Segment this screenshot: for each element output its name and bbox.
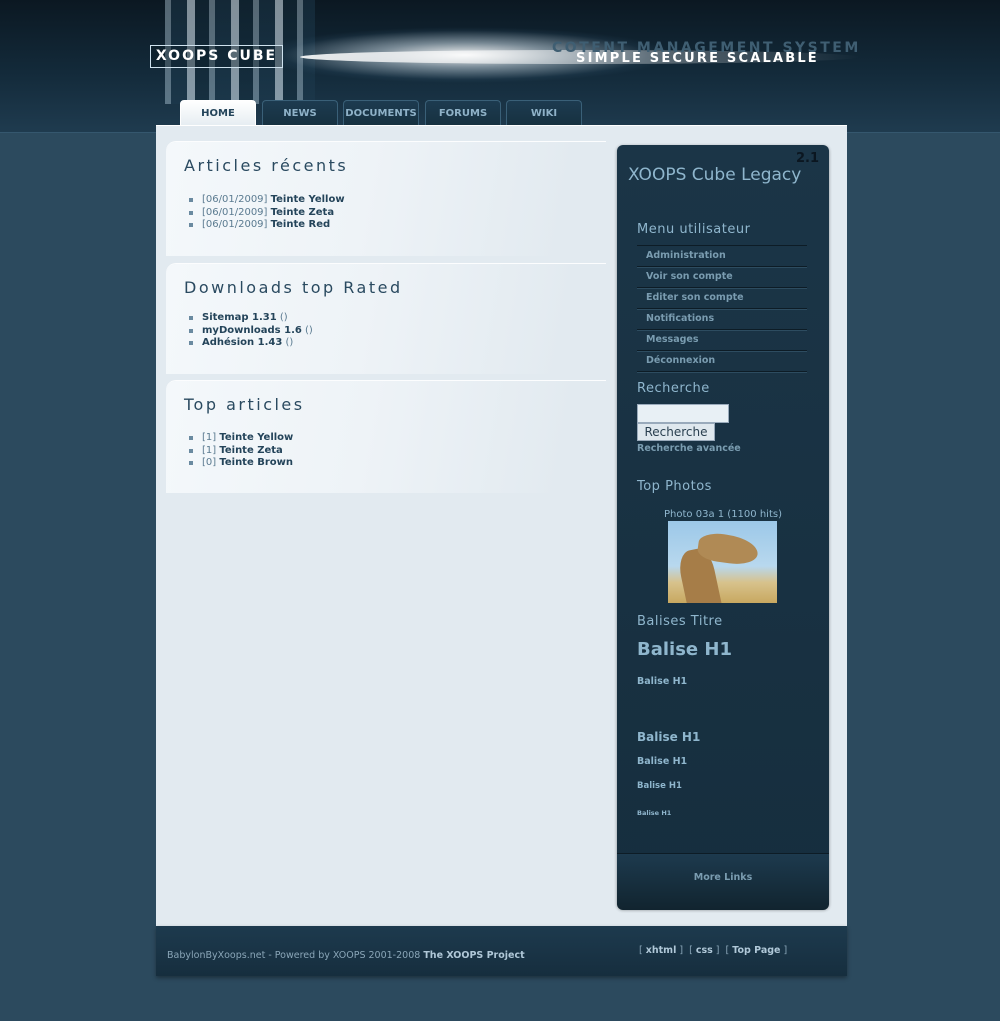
search-title: Recherche bbox=[637, 381, 710, 396]
list-item[interactable]: myDownloads 1.6 () bbox=[188, 325, 313, 338]
top-articles-list: [1] Teinte Yellow [1] Teinte Zeta [0] Te… bbox=[188, 432, 293, 470]
sample-h4: Balise H1 bbox=[637, 756, 688, 767]
tab-news[interactable]: NEWS bbox=[262, 100, 338, 127]
menu-item-administration[interactable]: Administration bbox=[637, 246, 807, 267]
list-item[interactable]: [06/01/2009] Teinte Zeta bbox=[188, 207, 345, 220]
balises-title: Balises Titre bbox=[637, 614, 723, 629]
site-footer: BabylonByXoops.net - Powered by XOOPS 20… bbox=[156, 926, 847, 976]
user-menu-title: Menu utilisateur bbox=[637, 222, 751, 237]
search-input[interactable] bbox=[637, 404, 729, 423]
menu-item-notifications[interactable]: Notifications bbox=[637, 309, 807, 330]
list-item[interactable]: Adhésion 1.43 () bbox=[188, 337, 313, 350]
sidebar-title: XOOPS Cube Legacy bbox=[628, 165, 802, 185]
list-item[interactable]: [0] Teinte Brown bbox=[188, 457, 293, 470]
tab-forums[interactable]: FORUMS bbox=[425, 100, 501, 127]
tab-documents[interactable]: DOCUMENTS bbox=[343, 100, 419, 127]
recent-articles-list: [06/01/2009] Teinte Yellow [06/01/2009] … bbox=[188, 194, 345, 232]
search-button[interactable]: Recherche bbox=[637, 423, 715, 441]
block-title: Articles récents bbox=[184, 156, 349, 175]
sample-h1: Balise H1 bbox=[637, 639, 732, 660]
more-links-link[interactable]: More Links bbox=[617, 872, 829, 883]
downloads-block: Downloads top Rated Sitemap 1.31 () myDo… bbox=[166, 264, 606, 374]
footer-credits: BabylonByXoops.net - Powered by XOOPS 20… bbox=[167, 950, 525, 961]
site-logo[interactable]: XOOPS CUBE bbox=[150, 45, 283, 68]
list-item[interactable]: [06/01/2009] Teinte Red bbox=[188, 219, 345, 232]
menu-item-edit-account[interactable]: Editer son compte bbox=[637, 288, 807, 309]
block-title: Downloads top Rated bbox=[184, 278, 403, 297]
tab-home[interactable]: HOME bbox=[180, 100, 256, 127]
sample-h3: Balise H1 bbox=[637, 730, 701, 744]
xoops-project-link[interactable]: The XOOPS Project bbox=[423, 950, 524, 961]
top-articles-block: Top articles [1] Teinte Yellow [1] Teint… bbox=[166, 381, 606, 493]
list-item[interactable]: [1] Teinte Yellow bbox=[188, 432, 293, 445]
site-slogan: SIMPLE SECURE SCALABLE bbox=[576, 51, 819, 66]
downloads-list: Sitemap 1.31 () myDownloads 1.6 () Adhés… bbox=[188, 312, 313, 350]
sample-h2: Balise H1 bbox=[637, 676, 688, 687]
sample-h5: Balise H1 bbox=[637, 781, 682, 791]
version-badge: 2.1 bbox=[795, 151, 819, 166]
more-links-section: More Links bbox=[617, 853, 829, 910]
menu-item-view-account[interactable]: Voir son compte bbox=[637, 267, 807, 288]
right-sidebar: 2.1 XOOPS Cube Legacy Menu utilisateur A… bbox=[617, 145, 829, 910]
photo-caption[interactable]: Photo 03a 1 (1100 hits) bbox=[617, 509, 829, 520]
footer-links: [ xhtml ] [ css ] [ Top Page ] bbox=[639, 945, 788, 956]
tab-wiki[interactable]: WIKI bbox=[506, 100, 582, 127]
sample-h6: Balise H1 bbox=[637, 809, 672, 817]
block-title: Top articles bbox=[184, 395, 305, 414]
top-photos-title: Top Photos bbox=[637, 479, 712, 494]
recent-articles-block: Articles récents [06/01/2009] Teinte Yel… bbox=[166, 142, 606, 256]
top-page-link[interactable]: Top Page bbox=[732, 945, 780, 956]
menu-item-messages[interactable]: Messages bbox=[637, 330, 807, 351]
top-photo-image[interactable] bbox=[668, 521, 777, 603]
list-item[interactable]: [06/01/2009] Teinte Yellow bbox=[188, 194, 345, 207]
user-menu: Administration Voir son compte Editer so… bbox=[637, 245, 807, 372]
menu-item-logout[interactable]: Déconnexion bbox=[637, 351, 807, 372]
list-item[interactable]: [1] Teinte Zeta bbox=[188, 445, 293, 458]
list-item[interactable]: Sitemap 1.31 () bbox=[188, 312, 313, 325]
css-link[interactable]: css bbox=[696, 945, 713, 956]
advanced-search-link[interactable]: Recherche avancée bbox=[637, 443, 741, 454]
xhtml-link[interactable]: xhtml bbox=[646, 945, 677, 956]
